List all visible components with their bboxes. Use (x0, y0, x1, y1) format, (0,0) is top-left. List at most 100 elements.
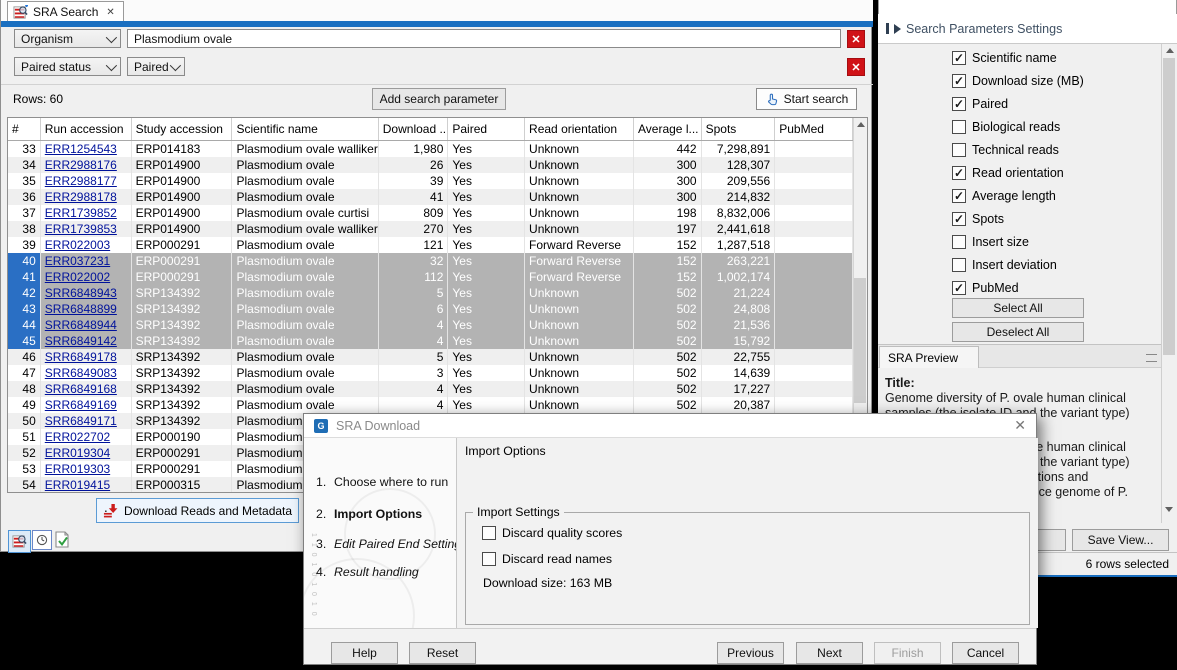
cancel-button[interactable]: Cancel (952, 642, 1019, 664)
sra-preview-tab[interactable]: SRA Preview (879, 346, 979, 368)
column-header[interactable]: Average l... (634, 118, 702, 141)
option-discard-quality-scores[interactable]: Discard quality scores (482, 525, 622, 540)
deselect-all-button[interactable]: Deselect All (952, 322, 1084, 342)
paired-value-select[interactable]: Paired (127, 57, 185, 76)
table-row[interactable]: 33ERR1254543ERP014183Plasmodium ovale wa… (8, 141, 853, 158)
reset-button[interactable]: Reset (409, 642, 476, 664)
column-header[interactable]: # (8, 118, 40, 141)
checkbox-unchecked-icon[interactable] (482, 526, 496, 540)
run-accession-link[interactable]: ERR1739853 (45, 222, 117, 236)
run-accession-link[interactable]: SRR6848943 (45, 286, 117, 300)
table-row[interactable]: 40ERR037231ERP000291Plasmodium ovale32Ye… (8, 253, 853, 269)
checkbox-checked-icon[interactable]: ✓ (952, 281, 966, 295)
start-search-button[interactable]: Start search (756, 88, 857, 110)
table-header-row[interactable]: #Run accessionStudy accessionScientific … (8, 118, 853, 141)
add-search-parameter-button[interactable]: Add search parameter (372, 88, 506, 110)
table-row[interactable]: 38ERR1739853ERP014900Plasmodium ovale wa… (8, 221, 853, 237)
run-accession-link[interactable]: ERR1254543 (45, 142, 117, 156)
checkbox-checked-icon[interactable]: ✓ (952, 189, 966, 203)
column-header[interactable]: Scientific name (232, 118, 378, 141)
scroll-up-icon[interactable] (1166, 48, 1174, 53)
run-accession-link[interactable]: ERR2988178 (45, 190, 117, 204)
column-header[interactable]: PubMed (775, 118, 853, 141)
run-accession-link[interactable]: SRR6849083 (45, 366, 117, 380)
run-accession-link[interactable]: ERR2988177 (45, 174, 117, 188)
table-row[interactable]: 35ERR2988177ERP014900Plasmodium ovale39Y… (8, 173, 853, 189)
table-row[interactable]: 36ERR2988178ERP014900Plasmodium ovale41Y… (8, 189, 853, 205)
run-accession-link[interactable]: ERR019304 (45, 446, 110, 460)
run-accession-link[interactable]: SRR6849142 (45, 334, 117, 348)
search-parameters-settings-header[interactable]: Search Parameters Settings (878, 14, 1177, 44)
run-accession-link[interactable]: SRR6848899 (45, 302, 117, 316)
param-checkbox-insert-size[interactable]: Insert size (952, 234, 1029, 250)
param-checkbox-average-length[interactable]: ✓Average length (952, 188, 1056, 204)
option-discard-read-names[interactable]: Discard read names (482, 551, 612, 566)
param-checkbox-scientific-name[interactable]: ✓Scientific name (952, 50, 1057, 66)
run-accession-link[interactable]: SRR6849168 (45, 382, 117, 396)
run-accession-link[interactable]: ERR022003 (45, 238, 110, 252)
previous-button[interactable]: Previous (717, 642, 784, 664)
checkbox-unchecked-icon[interactable] (952, 120, 966, 134)
checkbox-unchecked-icon[interactable] (952, 143, 966, 157)
table-row[interactable]: 48SRR6849168SRP134392Plasmodium ovale4Ye… (8, 381, 853, 397)
run-accession-link[interactable]: SRR6849178 (45, 350, 117, 364)
checkbox-checked-icon[interactable]: ✓ (952, 97, 966, 111)
history-clock-icon[interactable] (32, 530, 52, 550)
dialog-close-icon[interactable]: ✕ (1014, 417, 1026, 434)
run-accession-link[interactable]: ERR019415 (45, 478, 110, 492)
run-accession-link[interactable]: ERR1739852 (45, 206, 117, 220)
run-accession-link[interactable]: ERR037231 (45, 254, 110, 268)
minimize-icon[interactable] (1146, 354, 1157, 362)
organism-field-select[interactable]: Organism (14, 29, 121, 48)
param-checkbox-paired[interactable]: ✓Paired (952, 96, 1008, 112)
checkbox-checked-icon[interactable]: ✓ (952, 74, 966, 88)
run-accession-link[interactable]: ERR019303 (45, 462, 110, 476)
column-header[interactable]: Study accession (131, 118, 232, 141)
param-checkbox-insert-deviation[interactable]: Insert deviation (952, 257, 1057, 273)
table-row[interactable]: 45SRR6849142SRP134392Plasmodium ovale4Ye… (8, 333, 853, 349)
download-reads-metadata-button[interactable]: Download Reads and Metadata (96, 498, 299, 523)
table-row[interactable]: 37ERR1739852ERP014900Plasmodium ovale cu… (8, 205, 853, 221)
run-accession-link[interactable]: ERR2988176 (45, 158, 117, 172)
column-header[interactable]: Read orientation (525, 118, 634, 141)
save-view-button[interactable]: Save View... (1072, 529, 1169, 551)
checkbox-unchecked-icon[interactable] (952, 235, 966, 249)
column-header[interactable]: Spots (701, 118, 775, 141)
table-row[interactable]: 49SRR6849169SRP134392Plasmodium ovale4Ye… (8, 397, 853, 413)
table-row[interactable]: 46SRR6849178SRP134392Plasmodium ovale5Ye… (8, 349, 853, 365)
checkbox-unchecked-icon[interactable] (952, 258, 966, 272)
scroll-down-icon[interactable] (1165, 507, 1173, 512)
table-row[interactable]: 44SRR6848944SRP134392Plasmodium ovale4Ye… (8, 317, 853, 333)
column-header[interactable]: Run accession (40, 118, 131, 141)
organism-value-input[interactable]: Plasmodium ovale (127, 29, 841, 48)
checkbox-checked-icon[interactable]: ✓ (952, 166, 966, 180)
sra-search-view-icon[interactable] (8, 530, 31, 553)
element-info-icon[interactable] (53, 530, 71, 549)
param-checkbox-technical-reads[interactable]: Technical reads (952, 142, 1059, 158)
table-row[interactable]: 34ERR2988176ERP014900Plasmodium ovale26Y… (8, 157, 853, 173)
side-panel-scrollbar-thumb[interactable] (1163, 58, 1175, 355)
table-row[interactable]: 47SRR6849083SRP134392Plasmodium ovale3Ye… (8, 365, 853, 381)
dialog-title-bar[interactable]: G SRA Download ✕ (304, 414, 1036, 438)
help-button[interactable]: Help (331, 642, 398, 664)
select-all-button[interactable]: Select All (952, 298, 1084, 318)
checkbox-checked-icon[interactable]: ✓ (952, 51, 966, 65)
run-accession-link[interactable]: ERR022702 (45, 430, 110, 444)
column-header[interactable]: Paired (448, 118, 525, 141)
checkbox-unchecked-icon[interactable] (482, 552, 496, 566)
table-scrollbar-thumb[interactable] (854, 278, 866, 403)
next-button[interactable]: Next (796, 642, 863, 664)
table-row[interactable]: 39ERR022003ERP000291Plasmodium ovale121Y… (8, 237, 853, 253)
checkbox-checked-icon[interactable]: ✓ (952, 212, 966, 226)
paired-status-field-select[interactable]: Paired status (14, 57, 121, 76)
run-accession-link[interactable]: ERR022002 (45, 270, 110, 284)
param-checkbox-biological-reads[interactable]: Biological reads (952, 119, 1060, 135)
param-checkbox-pubmed[interactable]: ✓PubMed (952, 280, 1019, 296)
scroll-up-icon[interactable] (857, 122, 865, 127)
remove-parameter-button-2[interactable]: ✕ (847, 58, 865, 76)
param-checkbox-read-orientation[interactable]: ✓Read orientation (952, 165, 1064, 181)
column-header[interactable]: Download ... (378, 118, 448, 141)
table-row[interactable]: 43SRR6848899SRP134392Plasmodium ovale6Ye… (8, 301, 853, 317)
param-checkbox-spots[interactable]: ✓Spots (952, 211, 1004, 227)
table-row[interactable]: 42SRR6848943SRP134392Plasmodium ovale5Ye… (8, 285, 853, 301)
